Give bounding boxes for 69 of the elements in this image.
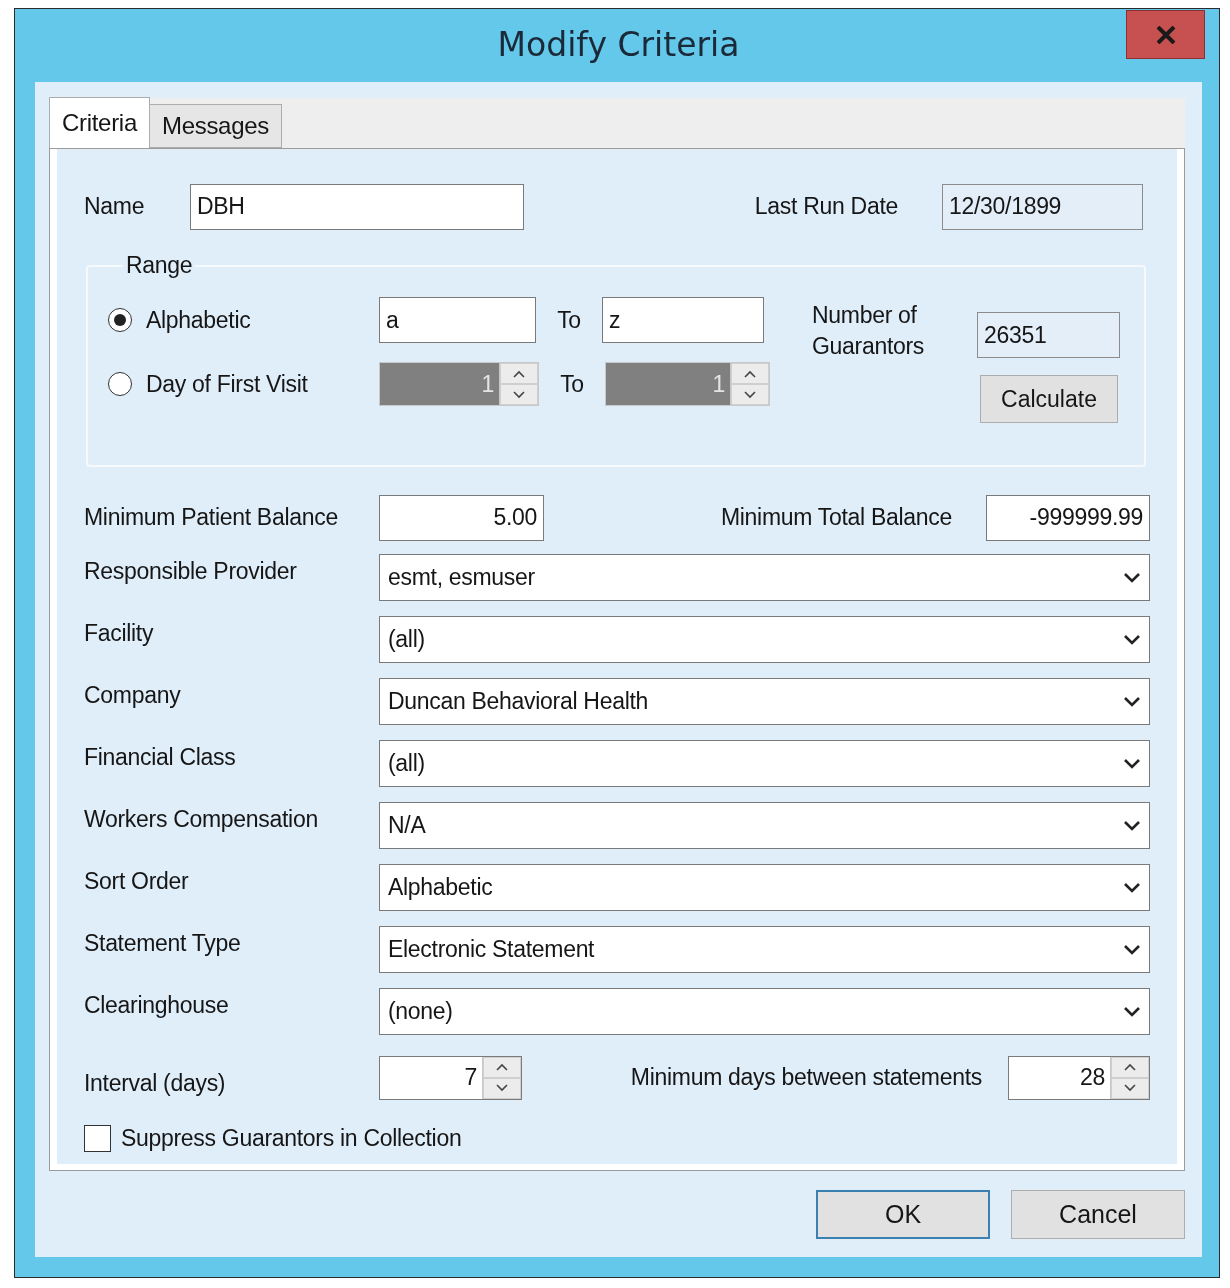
field-label: To <box>556 306 582 334</box>
dropdown[interactable]: N/A <box>379 802 1150 849</box>
dropdown[interactable]: (all) <box>379 740 1150 787</box>
field-label: Sort Order <box>84 867 190 895</box>
text-field[interactable]: a <box>379 297 536 343</box>
spin-up-button[interactable] <box>1111 1056 1149 1078</box>
text-field[interactable]: z <box>602 297 764 343</box>
field-label: Workers Compensation <box>84 805 319 833</box>
date-field: 12/30/1899 <box>942 183 1143 230</box>
tab[interactable]: Criteria <box>49 97 150 148</box>
radio-button[interactable] <box>108 308 132 332</box>
chevron-down-icon <box>1123 696 1141 707</box>
field-label: Financial Class <box>84 743 237 771</box>
dropdown[interactable]: Electronic Statement <box>379 926 1150 973</box>
caret-up-icon <box>496 1063 508 1071</box>
field-label: Minimum Total Balance <box>720 504 952 531</box>
chevron-down-icon <box>1123 1006 1141 1017</box>
field-label: Interval (days) <box>84 1069 227 1097</box>
checkbox[interactable] <box>84 1125 111 1152</box>
spin-down-button[interactable] <box>483 1077 521 1099</box>
field-label: Last Run Date <box>754 193 898 220</box>
field-label: Statement Type <box>84 929 242 957</box>
chevron-down-icon <box>1123 882 1141 893</box>
amount-field[interactable]: -999999.99 <box>986 494 1150 541</box>
field-label: Number of Guarantors <box>812 301 926 361</box>
spin-up-button[interactable] <box>731 363 769 384</box>
dropdown[interactable]: (all) <box>379 616 1150 663</box>
dialog-button[interactable]: Cancel <box>1011 1190 1185 1239</box>
caret-down-icon <box>1124 1084 1136 1092</box>
chevron-down-icon <box>1123 634 1141 645</box>
tab[interactable]: Messages <box>148 104 282 148</box>
dropdown[interactable]: Duncan Behavioral Health <box>379 678 1150 725</box>
field-label: Clearinghouse <box>84 991 230 1019</box>
window-title: Modify Criteria <box>497 24 740 64</box>
dropdown[interactable]: esmt, esmuser <box>379 554 1150 601</box>
chevron-down-icon <box>1123 820 1141 831</box>
amount-field[interactable]: 5.00 <box>379 494 544 541</box>
field-label: To <box>559 370 585 398</box>
dropdown[interactable]: (none) <box>379 988 1150 1035</box>
caret-up-icon <box>1124 1063 1136 1071</box>
spin-down-button[interactable] <box>731 384 769 405</box>
caret-down-icon <box>744 390 756 399</box>
group-title: Range <box>125 252 194 279</box>
close-button[interactable] <box>1126 10 1205 59</box>
field-label: Name <box>84 193 146 220</box>
close-icon <box>1155 25 1176 44</box>
spin-box[interactable]: 7 <box>379 1055 522 1100</box>
checkbox-label[interactable]: Suppress Guarantors in Collection <box>121 1125 462 1152</box>
dialog-button[interactable]: OK <box>816 1190 990 1239</box>
count-field: 26351 <box>977 312 1120 358</box>
spin-up-button[interactable] <box>483 1056 521 1078</box>
dropdown[interactable]: Alphabetic <box>379 864 1150 911</box>
chevron-down-icon <box>1123 758 1141 769</box>
field-label: Facility <box>84 619 155 647</box>
field-label: Responsible Provider <box>84 557 298 585</box>
calculate-button[interactable]: Calculate <box>980 375 1118 423</box>
radio-label[interactable]: Alphabetic <box>146 306 379 334</box>
caret-up-icon <box>513 369 525 378</box>
caret-down-icon <box>513 390 525 399</box>
field-label: Company <box>84 681 182 709</box>
name-field[interactable]: DBH <box>190 183 524 230</box>
chevron-down-icon <box>1123 572 1141 583</box>
field-label: Minimum Patient Balance <box>84 504 339 531</box>
caret-down-icon <box>496 1084 508 1092</box>
spin-box[interactable]: 28 <box>1008 1055 1150 1100</box>
caret-up-icon <box>744 369 756 378</box>
chevron-down-icon <box>1123 944 1141 955</box>
field-label: Minimum days between statements <box>630 1064 982 1091</box>
spin-down-button[interactable] <box>1111 1077 1149 1099</box>
